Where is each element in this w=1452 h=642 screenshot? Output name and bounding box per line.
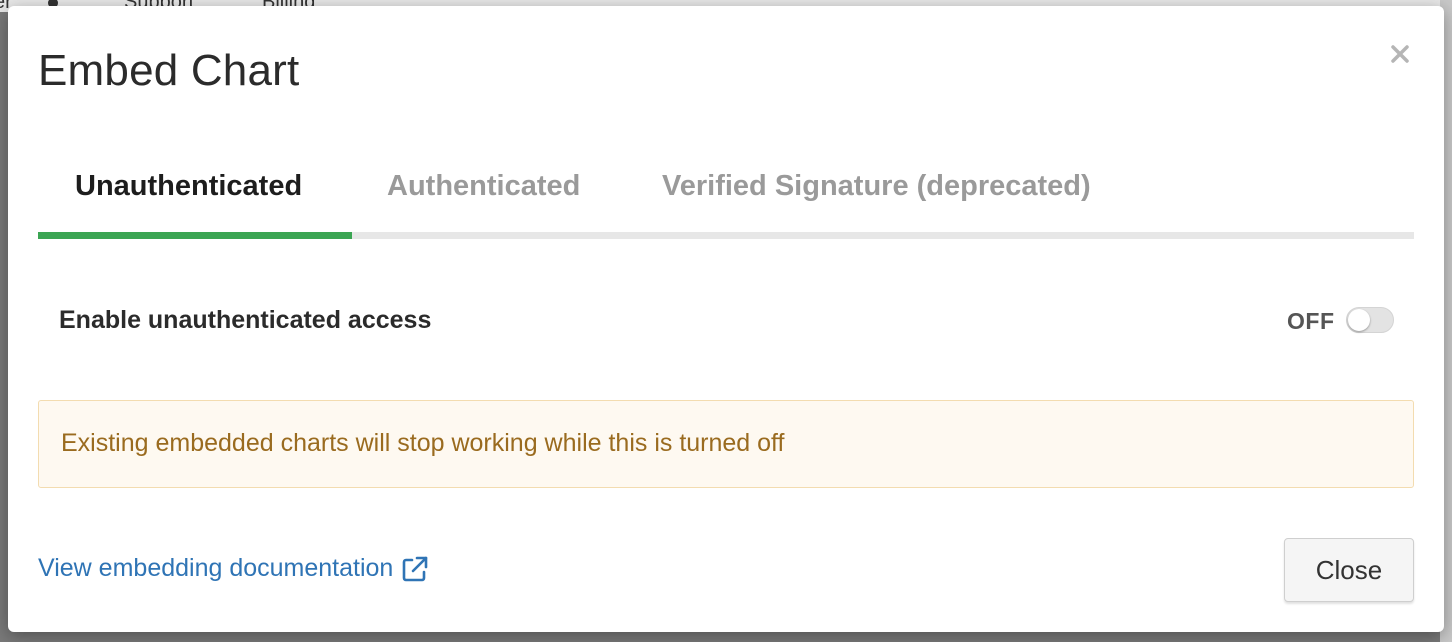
toggle-knob (1348, 309, 1370, 331)
embedding-docs-link[interactable]: View embedding documentation (38, 554, 429, 583)
active-tab-indicator (38, 232, 352, 239)
warning-alert: Existing embedded charts will stop worki… (38, 400, 1414, 488)
tab-unauthenticated[interactable]: Unauthenticated (75, 170, 302, 203)
external-link-icon (401, 555, 429, 583)
tab-verified-signature[interactable]: Verified Signature (deprecated) (662, 170, 1091, 203)
modal-title: Embed Chart (38, 46, 300, 95)
access-toggle-state: OFF (1287, 308, 1335, 334)
close-button[interactable]: Close (1284, 538, 1414, 602)
warning-text: Existing embedded charts will stop worki… (61, 429, 785, 457)
tab-authenticated[interactable]: Authenticated (387, 170, 580, 203)
docs-link-label: View embedding documentation (38, 554, 394, 582)
embed-chart-modal: Embed Chart Unauthenticated Authenticate… (8, 6, 1444, 632)
embed-tabs: Unauthenticated Authenticated Verified S… (38, 156, 1414, 240)
access-toggle-label: Enable unauthenticated access (59, 306, 432, 334)
access-toggle[interactable] (1346, 307, 1394, 333)
close-icon[interactable] (1386, 40, 1414, 68)
